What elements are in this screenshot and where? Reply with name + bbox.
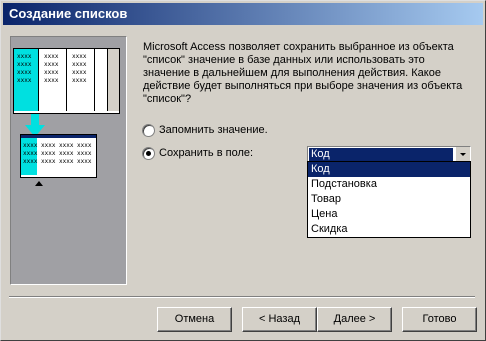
title-bar[interactable]: Создание списков (3, 3, 483, 25)
window-title: Создание списков (9, 6, 128, 21)
illustration-table-grid: xxxx xxxx xxxx xxxx xxxx xxxx xxxx xxxx … (20, 134, 97, 178)
field-combobox-value: Код (309, 148, 453, 161)
illustration-list-grid: xxxx xxxx xxxx xxxx xxxx xxxx xxxx xxxx … (13, 48, 120, 114)
separator (9, 296, 475, 298)
list-item[interactable]: Код (308, 162, 470, 177)
pointer-icon (35, 181, 43, 186)
list-item[interactable]: Подстановка (308, 177, 470, 192)
remember-value-radio[interactable] (142, 124, 155, 137)
dialog-window: Создание списков xxxx xxxx xxxx xxxx xxx… (0, 0, 486, 341)
finish-button[interactable]: Готово (402, 307, 477, 332)
list-item[interactable]: Скидка (308, 222, 470, 237)
cancel-button[interactable]: Отмена (157, 307, 232, 332)
chevron-down-icon[interactable] (455, 147, 470, 162)
remember-value-label[interactable]: Запомнить значение. (159, 124, 268, 136)
field-dropdown-list: Код Подстановка Товар Цена Скидка (307, 161, 471, 238)
list-item[interactable]: Цена (308, 207, 470, 222)
description-text: Microsoft Access позволяет сохранить выб… (143, 41, 463, 105)
back-button[interactable]: < Назад (242, 307, 317, 332)
save-to-field-radio[interactable] (142, 147, 155, 160)
save-to-field-label[interactable]: Сохранить в поле: (159, 147, 253, 159)
list-item[interactable]: Товар (308, 192, 470, 207)
next-button[interactable]: Далее > (317, 307, 392, 332)
